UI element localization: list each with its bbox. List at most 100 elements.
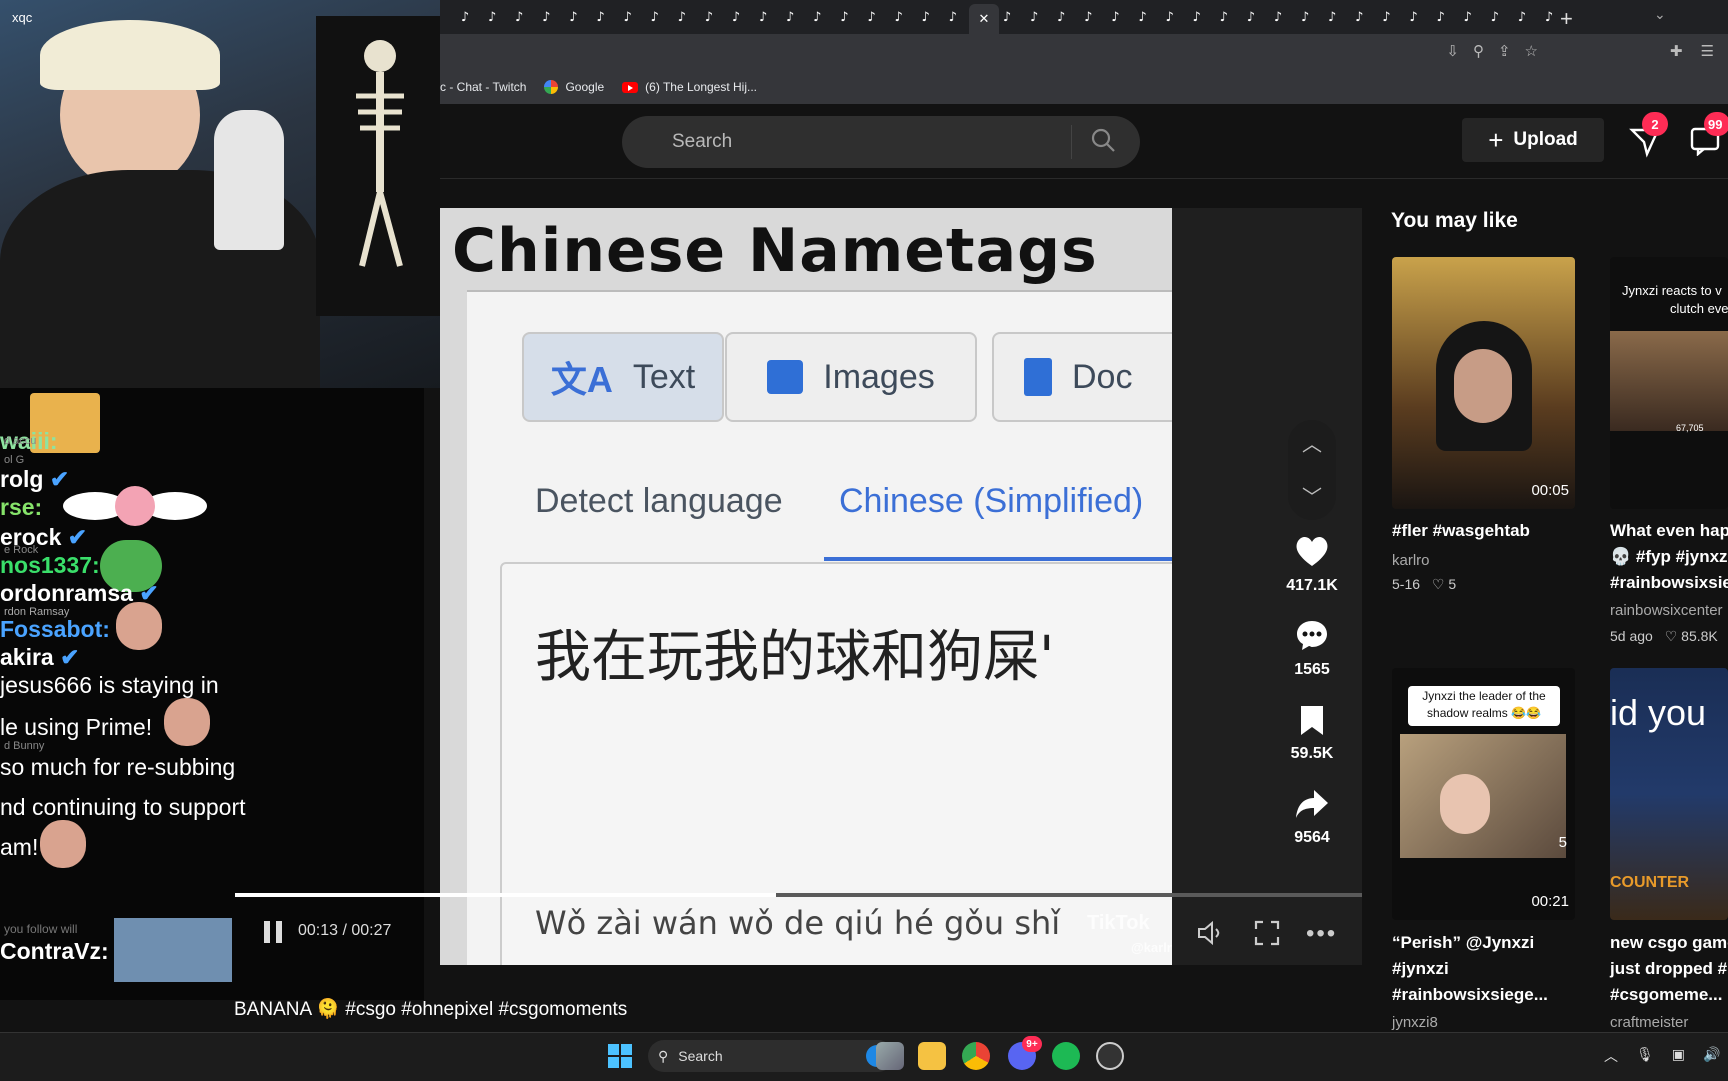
share-action[interactable]: 9564 [1284,788,1340,847]
save-action[interactable]: 59.5K [1284,704,1340,763]
extensions-icon[interactable]: ✚ [1670,42,1683,60]
tiktok-icon[interactable]: ♪ [1511,6,1533,28]
share-icon[interactable]: ⇪ [1498,42,1511,60]
windows-start-icon[interactable] [608,1044,632,1073]
recommendation-author[interactable]: craftmeister [1610,1014,1688,1031]
tiktok-icon[interactable]: ♪ [1050,6,1072,28]
tiktok-icon[interactable]: ♪ [1213,6,1235,28]
heart-icon[interactable] [1294,534,1330,568]
install-app-icon[interactable]: ⇩ [1446,42,1459,60]
search-icon[interactable] [1090,127,1116,158]
zoom-icon[interactable]: ⚲ [1473,42,1484,60]
recommendation-thumbnail[interactable]: Jynxzi the leader of the shadow realms 😂… [1392,668,1575,920]
share-count: 9564 [1294,829,1330,846]
tiktok-icon[interactable]: ♪ [535,6,557,28]
volume-icon[interactable] [1196,920,1226,951]
chrome-icon[interactable] [962,1042,990,1070]
comment-action[interactable]: 1565 [1284,618,1340,679]
tiktok-icon[interactable]: ♪ [1267,6,1289,28]
bookmark-twitch-chat[interactable]: c - Chat - Twitch [440,80,526,94]
tray-chevron-icon[interactable]: ︿ [1604,1046,1618,1066]
network-icon[interactable]: ▣ [1672,1046,1685,1066]
recommendation-title[interactable]: new csgo game just dropped # #csgomeme..… [1610,930,1728,1008]
address-bar[interactable]: ⇩ ⚲ ⇪ ☆ ✚ ☰ [440,34,1728,70]
active-tab-close-icon[interactable]: ✕ [968,4,999,34]
tiktok-icon[interactable]: ♪ [1294,6,1316,28]
tiktok-icon[interactable]: ♪ [806,6,828,28]
tiktok-icon[interactable]: ♪ [1186,6,1208,28]
bookmark-star-icon[interactable]: ☆ [1525,42,1538,60]
like-action[interactable]: 417.1K [1284,534,1340,595]
tiktok-icon[interactable]: ♪ [1321,6,1343,28]
obs-icon[interactable] [1096,1042,1124,1070]
tiktok-icon[interactable]: ♪ [779,6,801,28]
recommendation-author[interactable]: jynxzi8 [1392,1014,1438,1031]
recommendation-title[interactable]: “Perish” @Jynxzi #jynxzi #rainbowsixsieg… [1392,930,1548,1008]
upload-button[interactable]: + Upload [1462,118,1604,162]
recommendation-thumbnail[interactable]: id you COUNTER [1610,668,1728,920]
tiktok-icon[interactable]: ♪ [562,6,584,28]
tiktok-icon[interactable]: ♪ [590,6,612,28]
tiktok-icon[interactable]: ♪ [508,6,530,28]
spotify-icon[interactable] [1052,1042,1080,1070]
tiktok-icon[interactable]: ♪ [833,6,855,28]
share-arrow-icon[interactable] [1294,788,1330,820]
tab-search-chevron-icon[interactable]: ⌄ [1654,6,1666,23]
recommendation-title[interactable]: What even hap 💀 #fyp #jynxz #rainbowsixs… [1610,518,1728,596]
tiktok-icon[interactable]: ♪ [454,6,476,28]
tiktok-icon[interactable]: ♪ [617,6,639,28]
bookmark-icon[interactable] [1298,704,1326,736]
recommendation-author[interactable]: rainbowsixcenter [1610,602,1723,619]
tiktok-icon[interactable]: ♪ [1240,6,1262,28]
bookmark-youtube[interactable]: (6) The Longest Hij... [622,80,757,94]
tiktok-icon[interactable]: ♪ [1430,6,1452,28]
more-options-icon[interactable]: ••• [1306,920,1337,948]
tiktok-icon[interactable]: ♪ [996,6,1018,28]
new-tab-icon[interactable]: + [1560,6,1573,32]
tiktok-icon[interactable]: ♪ [1023,6,1045,28]
previous-video-icon[interactable]: ︿ [1288,428,1336,457]
tiktok-icon[interactable]: ♪ [915,6,937,28]
recommendation-title[interactable]: #fler #wasgehtab [1392,518,1530,544]
tiktok-icon[interactable]: ♪ [725,6,747,28]
recommendation-thumbnail[interactable]: Jynxzi reacts to v clutch ever 67,705 [1610,257,1728,509]
tiktok-icon[interactable]: ♪ [1132,6,1154,28]
tiktok-icon[interactable]: ♪ [1538,6,1560,28]
tiktok-icon[interactable]: ♪ [861,6,883,28]
video-nav: ︿ ﹀ [1288,420,1336,520]
bookmark-google[interactable]: Google [544,80,604,94]
search-input[interactable]: Search [672,131,1071,153]
search-bar[interactable]: Search [622,116,1140,168]
tiktok-icon[interactable]: ♪ [1484,6,1506,28]
tiktok-icon[interactable]: ♪ [1375,6,1397,28]
tiktok-icon[interactable]: ♪ [1403,6,1425,28]
file-explorer-icon[interactable] [918,1042,946,1070]
tiktok-icon[interactable]: ♪ [1104,6,1126,28]
task-view-icon[interactable] [876,1042,904,1070]
taskbar-search[interactable]: ⚲ Search [648,1040,894,1072]
speaker-icon[interactable]: 🔊 [1703,1046,1720,1066]
tiktok-icon[interactable]: ♪ [1077,6,1099,28]
tiktok-icon[interactable]: ♪ [481,6,503,28]
tiktok-icon[interactable]: ♪ [752,6,774,28]
comment-icon[interactable] [1295,618,1329,652]
tiktok-icon[interactable]: ♪ [1159,6,1181,28]
tiktok-icon[interactable]: ♪ [942,6,964,28]
recommendation-thumbnail[interactable]: 00:05 [1392,257,1575,509]
tiktok-icon[interactable]: ♪ [698,6,720,28]
thumbnail-caption: Jynxzi the leader of the shadow realms 😂… [1408,686,1560,726]
tiktok-icon[interactable]: ♪ [644,6,666,28]
video-frame[interactable]: Chinese Nametags 文A Text Images Doc Dete… [440,208,1172,965]
reading-list-icon[interactable]: ☰ [1701,42,1714,60]
tiktok-icon[interactable]: ♪ [888,6,910,28]
tiktok-icon[interactable]: ♪ [671,6,693,28]
pause-icon[interactable] [262,920,284,949]
recommendation-author[interactable]: karlro [1392,552,1430,569]
fullscreen-icon[interactable] [1254,920,1280,951]
tiktok-icon[interactable]: ♪ [1457,6,1479,28]
microphone-icon[interactable]: 🎙 [1636,1046,1654,1066]
next-video-icon[interactable]: ﹀ [1288,481,1336,510]
tab-list: ♪ ♪ ♪ ♪ ♪ ♪ ♪ ♪ ♪ ♪ ♪ ♪ ♪ ♪ ♪ ♪ ♪ ♪ ♪ ✕ ♪ ♪ ♪ ♪ ♪ ♪ ♪ ♪ ♪ ♪ ♪ ♪ ♪ ♪ ♪ ♪ ♪ ♪ ♪ ♪… [440,0,1728,34]
heart-outline-icon: ♡ [1431,576,1445,592]
tiktok-icon[interactable]: ♪ [1348,6,1370,28]
